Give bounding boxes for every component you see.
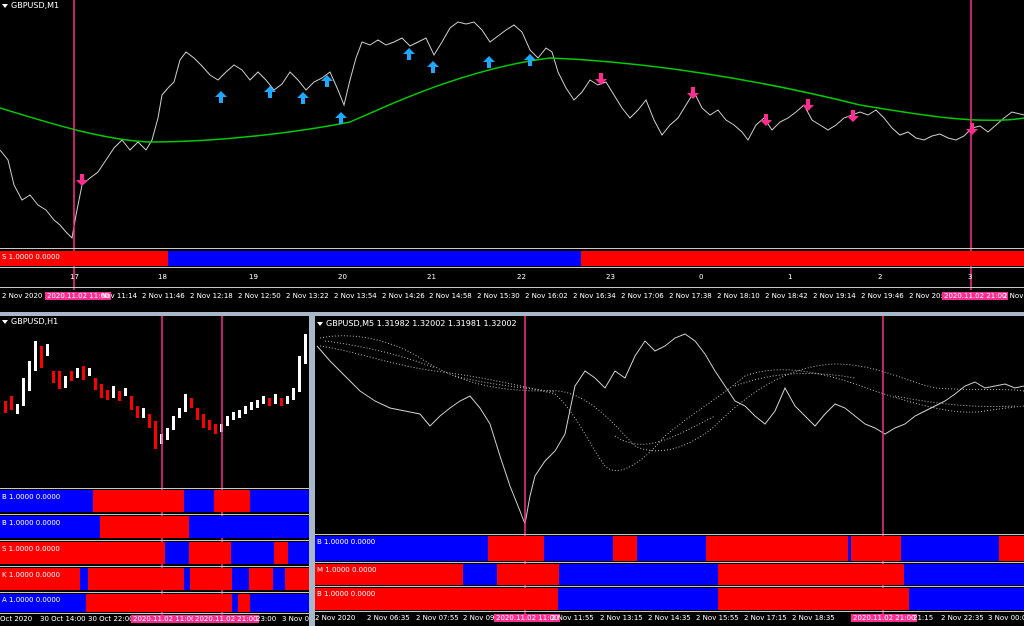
time-label: 2 Nov 11:55 xyxy=(551,614,594,622)
time-label: 2 Nov 20: xyxy=(909,292,943,300)
day-tick: 21 xyxy=(427,273,436,281)
time-label: 2 Nov 16:34 xyxy=(573,292,616,300)
h1-candles xyxy=(4,334,307,449)
time-highlight-right: 2020.11.02 21:00 xyxy=(942,292,1009,300)
strip-label: S 1.0000 0.0000 xyxy=(2,253,60,261)
window-title: GBPUSD,H1 xyxy=(2,317,58,326)
strip-label: B 1.0000 0.0000 xyxy=(317,538,376,546)
time-label: Oct 2020 xyxy=(0,615,33,623)
time-label: 2 Nov 16:02 xyxy=(525,292,568,300)
time-label: Nov 11:14 xyxy=(101,292,138,300)
day-tick: 18 xyxy=(158,273,167,281)
signal-strip-segment xyxy=(168,251,581,266)
ichimoku-cloud xyxy=(319,335,1024,471)
time-label: 30 Oct 14:00 xyxy=(40,615,86,623)
strip-label: A 1.0000 0.0000 xyxy=(2,596,61,604)
time-label: 2 Nov 14:58 xyxy=(429,292,472,300)
moving-average-line xyxy=(0,57,1024,143)
day-tick: 22 xyxy=(517,273,526,281)
time-label: 2 Nov 12:18 xyxy=(190,292,233,300)
strip-label: B 1.0000 0.0000 xyxy=(2,493,61,501)
time-label: 2 Nov 07:55 xyxy=(416,614,459,622)
window-title-text: GBPUSD,H1 xyxy=(11,317,59,326)
time-label: 2 Nov 19:46 xyxy=(861,292,904,300)
window-menu-icon[interactable] xyxy=(317,321,323,326)
strip-label: M 1.0000 0.0000 xyxy=(317,566,377,574)
time-label: 2 Nov 13:22 xyxy=(286,292,329,300)
time-label: 21:15 xyxy=(913,614,934,622)
time-label: 2 Nov 06:35 xyxy=(367,614,410,622)
time-label: 2 Nov 2020 xyxy=(2,292,43,300)
strip-label: S 1.0000 0.0000 xyxy=(2,545,60,553)
time-label: 2 Nov 17:38 xyxy=(669,292,712,300)
day-tick: 2 xyxy=(878,273,882,281)
time-label: 2 Nov 15:30 xyxy=(477,292,520,300)
right-chart-window[interactable]: GBPUSD,M5 1.31982 1.32002 1.31981 1.3200… xyxy=(315,316,1024,626)
indicator-strips xyxy=(315,534,1024,612)
strip-label: B 1.0000 0.0000 xyxy=(317,590,376,598)
day-tick: 19 xyxy=(249,273,258,281)
window-title: GBPUSD,M1 xyxy=(2,1,59,10)
day-tick: 20 xyxy=(338,273,347,281)
time-label: 2 Nov 11:46 xyxy=(142,292,185,300)
time-label: 2 Nov 15:55 xyxy=(696,614,739,622)
window-title: GBPUSD,M5 1.31982 1.32002 1.31981 1.3200… xyxy=(317,319,517,328)
time-highlight-right: 2020.11.02 21:00 xyxy=(193,615,260,623)
window-title-text: GBPUSD,M1 xyxy=(11,1,60,10)
time-highlight-right: 2020.11.02 21:00 xyxy=(851,614,918,622)
strip-label: K 1.0000 0.0000 xyxy=(2,571,61,579)
buy-arrow-icon xyxy=(215,48,536,124)
m5-price-line xyxy=(316,333,1024,526)
right-chart-canvas[interactable] xyxy=(315,316,1024,626)
time-label: 2 Nov 14:26 xyxy=(382,292,425,300)
time-axis: 2 Nov 2020 2020.11.02 11:00 Nov 11:14 2 … xyxy=(0,292,1024,304)
time-axis: 2 Nov 2020 2 Nov 06:35 2 Nov 07:55 2 Nov… xyxy=(315,614,1024,625)
sell-arrow-icon xyxy=(76,73,978,186)
time-label: 3 Nov 07 xyxy=(282,615,309,623)
strip-label: B 1.0000 0.0000 xyxy=(2,519,61,527)
time-label: 3 Nov 00:05 xyxy=(988,614,1024,622)
m1-price-line xyxy=(0,21,1024,240)
time-label: 2 Nov 13:15 xyxy=(600,614,643,622)
time-label: 30 Oct 22:00 xyxy=(88,615,134,623)
time-label: 2 Nov 12:50 xyxy=(238,292,281,300)
time-label: 2 Nov 09: xyxy=(463,614,497,622)
time-label: 2 Nov 18:10 xyxy=(717,292,760,300)
day-tick: 1 xyxy=(788,273,792,281)
time-label: 23:00 xyxy=(256,615,277,623)
day-tick: 23 xyxy=(606,273,615,281)
window-menu-icon[interactable] xyxy=(2,319,8,324)
time-label: 2 Nov xyxy=(1003,292,1024,300)
day-tick: 3 xyxy=(968,273,972,281)
time-label: 2 Nov 2020 xyxy=(315,614,356,622)
time-label: 2 Nov 18:35 xyxy=(792,614,835,622)
left-chart-canvas[interactable] xyxy=(0,316,309,626)
top-chart-window[interactable]: 17 18 19 20 21 22 23 0 1 2 3 GBPUSD,M1 S… xyxy=(0,0,1024,312)
left-chart-window[interactable]: GBPUSD,H1 B 1.0000 0.0000 B 1.0000 0.000… xyxy=(0,316,309,626)
signal-strip-segment xyxy=(581,251,1024,266)
time-axis: Oct 2020 30 Oct 14:00 30 Oct 22:00 2020.… xyxy=(0,615,309,626)
day-tick: 17 xyxy=(70,273,79,281)
time-label: 2 Nov 18:42 xyxy=(765,292,808,300)
time-label: 2 Nov 22:35 xyxy=(941,614,984,622)
time-label: 2 Nov 19:14 xyxy=(813,292,856,300)
window-menu-icon[interactable] xyxy=(2,3,8,8)
time-label: 2 Nov 13:54 xyxy=(334,292,377,300)
day-tick: 0 xyxy=(699,273,703,281)
top-chart-canvas[interactable]: 17 18 19 20 21 22 23 0 1 2 3 xyxy=(0,0,1024,312)
window-title-text: GBPUSD,M5 1.31982 1.32002 1.31981 1.3200… xyxy=(326,319,517,328)
time-label: 2 Nov 14:35 xyxy=(648,614,691,622)
time-highlight-left: 2020.11.02 11:00 xyxy=(131,615,198,623)
time-label: 2 Nov 17:15 xyxy=(744,614,787,622)
time-label: 2 Nov 17:06 xyxy=(621,292,664,300)
